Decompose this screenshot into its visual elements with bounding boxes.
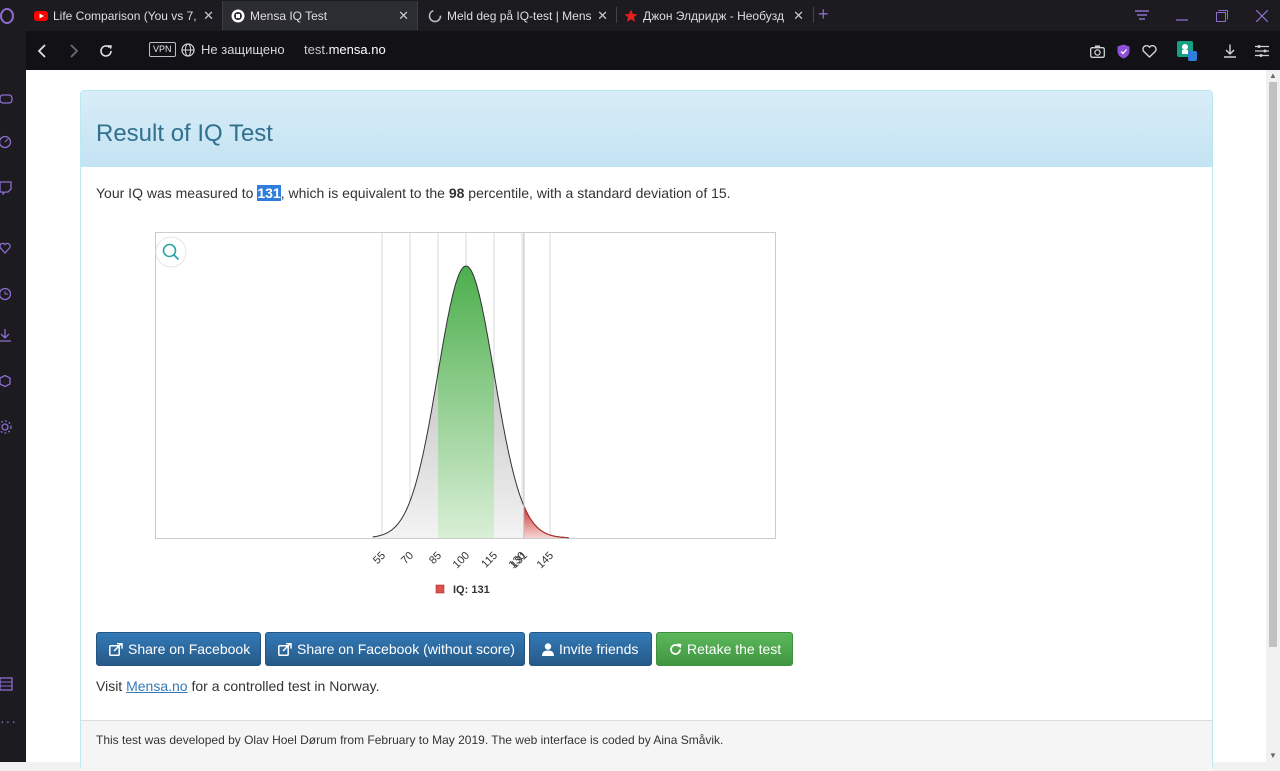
chart-legend: IQ: 131: [435, 584, 490, 596]
x-tick-label: 70: [399, 550, 416, 567]
minimize-icon[interactable]: [1164, 0, 1200, 31]
vpn-badge[interactable]: VPN: [149, 42, 176, 57]
globe-icon: [181, 42, 195, 57]
legend-label: IQ: 131: [453, 584, 490, 596]
scroll-thumb[interactable]: [1269, 82, 1277, 647]
extensions-cube-icon[interactable]: [0, 375, 14, 389]
close-icon[interactable]: ✕: [793, 8, 804, 24]
retake-test-button[interactable]: Retake the test: [656, 632, 793, 666]
panel-heading: Result of IQ Test: [81, 91, 1212, 167]
workspaces-icon[interactable]: [0, 677, 14, 691]
iq-chart-svg: 55 70 85 100 115 130 145131 IQ: 131: [155, 232, 776, 596]
visit-line: Visit Mensa.no for a controlled test in …: [96, 678, 380, 694]
x-tick-label: 85: [427, 550, 444, 567]
share-facebook-noscore-label: Share on Facebook (without score): [297, 641, 515, 657]
tab-label: Meld deg på IQ-test | Mens: [447, 8, 592, 23]
security-indicator[interactable]: Не защищено: [181, 42, 285, 57]
panel-footer: This test was developed by Olav Hoel Dør…: [81, 720, 1212, 771]
favorites-heart-icon[interactable]: [0, 241, 14, 255]
tab-label: Life Comparison (You vs 7,0: [53, 8, 198, 23]
scroll-up-icon[interactable]: ▲: [1266, 70, 1280, 82]
reload-icon[interactable]: [95, 40, 117, 62]
result-suffix: percentile, with a standard deviation of…: [464, 185, 731, 201]
security-label: Не защищено: [201, 42, 285, 57]
page-scrollbar[interactable]: ▲ ▼: [1266, 70, 1280, 762]
opera-logo-icon[interactable]: [0, 8, 14, 24]
close-icon[interactable]: ✕: [203, 8, 214, 24]
gamepad-icon[interactable]: [0, 92, 14, 106]
twitch-icon[interactable]: [0, 181, 14, 195]
browser-sidebar: ···: [0, 31, 26, 762]
retake-test-label: Retake the test: [687, 641, 782, 657]
tab-meld-deg[interactable]: Meld deg på IQ-test | Mens ✕: [420, 1, 616, 30]
star-icon: [624, 9, 638, 22]
url-domain: mensa.no: [328, 42, 386, 57]
share-facebook-label: Share on Facebook: [128, 641, 251, 657]
address-bar: VPN Не защищено test.mensa.no: [26, 31, 1280, 70]
youtube-icon: [34, 10, 48, 21]
tab-eldridge[interactable]: Джон Элдридж - Необузд ✕: [616, 1, 812, 30]
mensa-link[interactable]: Mensa.no: [126, 678, 187, 694]
loading-icon: [428, 9, 442, 22]
url-field[interactable]: test.mensa.no: [304, 42, 386, 57]
x-tick-label: 55: [371, 550, 388, 567]
percentile-value: 98: [448, 185, 465, 201]
extension-icon[interactable]: [1176, 40, 1198, 62]
web-page: Result of IQ Test Your IQ was measured t…: [26, 70, 1266, 771]
iq-distribution-chart: 55 70 85 100 115 130 145 131 IQ: 131: [155, 232, 795, 617]
close-window-icon[interactable]: [1244, 0, 1280, 31]
zoom-button[interactable]: [155, 236, 187, 268]
share-facebook-button[interactable]: Share on Facebook: [96, 632, 261, 666]
snapshot-icon[interactable]: [1086, 40, 1108, 62]
forward-icon[interactable]: [63, 40, 85, 62]
back-icon[interactable]: [31, 40, 53, 62]
x-tick-label: 100: [451, 550, 472, 571]
tab-label: Mensa IQ Test: [250, 8, 328, 23]
share-icon: [278, 642, 292, 656]
user-icon: [542, 642, 554, 656]
more-icon[interactable]: ···: [0, 713, 17, 729]
close-icon[interactable]: ✕: [597, 8, 608, 24]
heart-icon[interactable]: [1138, 40, 1160, 62]
legend-swatch: [435, 584, 445, 594]
invite-friends-label: Invite friends: [559, 641, 639, 657]
tab-mensa-iq-test[interactable]: Mensa IQ Test ✕: [222, 1, 418, 30]
speed-dial-icon[interactable]: [0, 135, 14, 149]
result-panel: Result of IQ Test Your IQ was measured t…: [80, 90, 1213, 771]
mensa-icon: [231, 9, 245, 22]
new-tab-button[interactable]: +: [818, 4, 829, 25]
history-icon[interactable]: [0, 287, 14, 301]
iq-score: 131: [257, 185, 281, 201]
x-tick-label: 145: [535, 550, 556, 571]
downloads-icon[interactable]: [0, 329, 14, 343]
restore-icon[interactable]: [1204, 0, 1240, 31]
tab-separator: [813, 7, 814, 23]
tab-label: Джон Элдридж - Необузд: [643, 8, 784, 23]
adblock-shield-icon[interactable]: [1112, 40, 1134, 62]
download-icon[interactable]: [1219, 40, 1241, 62]
share-icon: [109, 642, 123, 656]
tab-bar: Life Comparison (You vs 7,0 ✕ Mensa IQ T…: [0, 0, 1280, 31]
result-sentence: Your IQ was measured to 131, which is eq…: [96, 185, 731, 201]
invite-friends-button[interactable]: Invite friends: [529, 632, 652, 666]
url-prefix: test.: [304, 42, 329, 57]
scroll-down-icon[interactable]: ▼: [1266, 750, 1280, 762]
page-title: Result of IQ Test: [96, 120, 273, 147]
visit-before: Visit: [96, 678, 127, 694]
footer-credits: This test was developed by Olav Hoel Dør…: [96, 733, 724, 747]
visit-after: for a controlled test in Norway.: [187, 678, 380, 694]
tab-menu-icon[interactable]: [1124, 0, 1160, 31]
result-prefix: Your IQ was measured to: [96, 185, 258, 201]
refresh-icon: [669, 643, 682, 656]
share-facebook-noscore-button[interactable]: Share on Facebook (without score): [265, 632, 525, 666]
close-icon[interactable]: ✕: [398, 8, 409, 24]
easy-setup-icon[interactable]: [1251, 40, 1273, 62]
result-middle: , which is equivalent to the: [280, 185, 449, 201]
settings-gear-icon[interactable]: [0, 420, 14, 434]
x-tick-label: 115: [479, 550, 500, 571]
tab-life-comparison[interactable]: Life Comparison (You vs 7,0 ✕: [26, 1, 222, 30]
